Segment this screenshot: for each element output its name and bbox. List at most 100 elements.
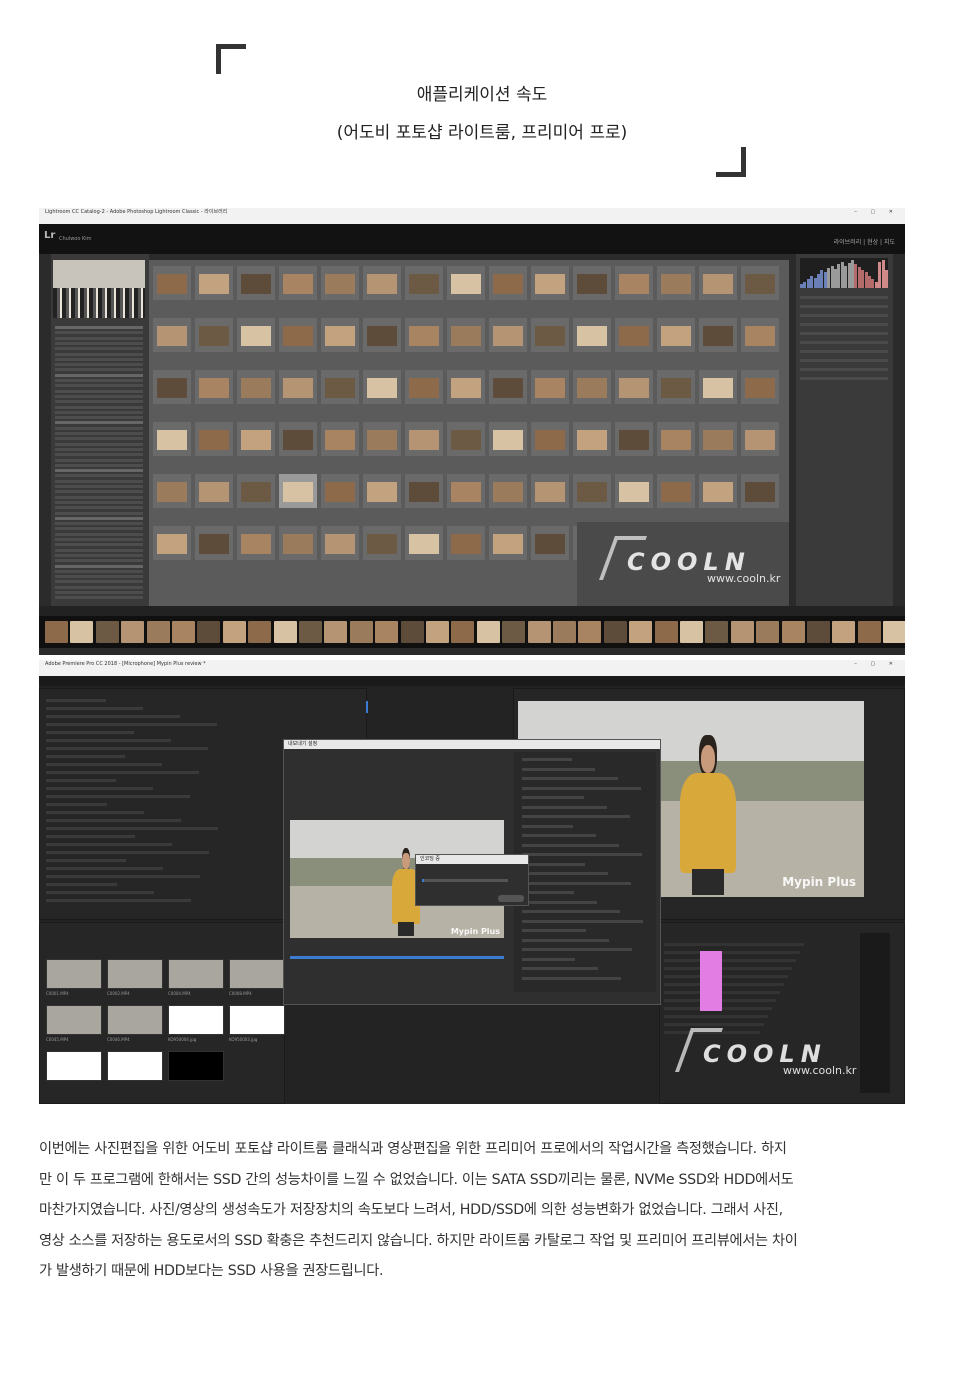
filmstrip-thumbnail [756,621,780,643]
grid-cell [195,422,233,456]
bin-thumbnail [168,959,224,989]
effect-row [46,851,209,854]
grid-cell [447,526,485,560]
grid-cell [153,318,191,352]
grid-cell [531,474,569,508]
grid-cell [615,474,653,508]
effect-row [46,859,126,862]
photo-thumbnail [157,274,187,294]
watermark-url: www.cooln.kr [783,1064,857,1077]
histogram-bar [885,270,888,288]
track-row [664,1015,768,1018]
photo-thumbnail [577,430,607,450]
photo-thumbnail [241,326,271,346]
photo-thumbnail [241,534,271,554]
grid-cell [657,370,695,404]
effect-row [46,875,200,878]
grid-cell [447,474,485,508]
bin-thumbnail [168,1051,224,1081]
filmstrip-thumbnail [680,621,703,643]
grid-cell [573,474,611,508]
track-row [664,951,800,954]
folder-row [55,347,143,351]
export-setting-row [522,938,609,942]
photo-thumbnail [535,534,565,554]
folder-row [55,421,143,425]
histogram [800,258,888,288]
photo-thumbnail [577,378,607,398]
grid-cell [699,474,737,508]
photo-thumbnail [367,378,397,398]
bin-item-label: C0001.MP4 [46,991,69,996]
grid-cell [279,318,317,352]
grid-cell [657,266,695,300]
filmstrip-thumbnail [654,621,678,643]
export-range-bar[interactable] [290,956,504,959]
bin-item-label: KO950003.jpg [229,1037,258,1042]
filmstrip-thumbnail [603,621,627,643]
folder-row [55,516,143,520]
folder-row [55,426,143,430]
effect-row [46,739,171,742]
effect-row [46,731,134,734]
folder-row [55,400,143,404]
bin-thumbnail [46,959,102,989]
photo-thumbnail [619,482,649,502]
bin-item-label: C0046.MP4 [107,1037,130,1042]
effect-row [46,699,106,702]
grid-cell [321,474,359,508]
project-panel: C0001.MP4 C0002.MP4 C0004.MP4 C0008.MP4 C004… [39,922,285,1104]
photo-thumbnail [325,274,355,294]
lightroom-logo: Lr [44,230,56,241]
corner-bracket-top-left [216,44,246,74]
export-setting-row [522,767,595,771]
filmstrip-thumbnail [95,621,119,643]
body-line: 만 이 두 프로그램에 한해서는 SSD 간의 성능차이를 느낄 수 없었습니다… [39,1171,794,1188]
audio-meter [860,933,890,1093]
folder-row [55,384,143,388]
folder-row [55,379,143,382]
quick-develop-row [800,368,888,371]
photo-thumbnail [493,482,523,502]
filmstrip-thumbnail [527,621,551,643]
folder-row [55,474,143,478]
photo-thumbnail [493,534,523,554]
grid-cell [447,266,485,300]
export-setting-row [522,796,584,799]
filmstrip-thumbnail [807,621,830,643]
grid-cell [363,318,401,352]
filmstrip-thumbnail [451,621,475,643]
grid-cell [363,422,401,456]
export-setting-row [522,919,643,923]
grid-cell [573,266,611,300]
effect-row [46,819,181,822]
photo-thumbnail [745,274,775,294]
cancel-button[interactable] [498,895,524,902]
photo-thumbnail [367,326,397,346]
export-setting-row [522,957,575,961]
progress-dialog-title: 인코딩 중 [416,855,528,864]
photo-thumbnail [409,534,439,554]
grid-cell [447,422,485,456]
quick-develop-row [800,296,888,299]
grid-cell [195,526,233,560]
filmstrip-thumbnail [375,621,399,643]
grid-cell [657,422,695,456]
bin-thumbnail [107,1051,163,1081]
grid-cell [573,318,611,352]
grid-cell [405,422,443,456]
folder-row [55,394,143,398]
photo-thumbnail [451,430,481,450]
grid-cell [237,318,275,352]
track-row [664,967,792,970]
folder-row [55,559,143,563]
grid-cell [489,318,527,352]
filmstrip-thumbnail [476,621,500,643]
export-setting-row [522,967,598,970]
folder-row [55,373,143,377]
photo-thumbnail [409,274,439,294]
corner-bracket-bottom-right [716,147,746,177]
body-line: 영상 소스를 저장하는 용도로서의 SSD 확충은 추천드리지 않습니다. 하지… [39,1232,798,1249]
photo-thumbnail [199,482,229,502]
bin-item-label: KO950004.jpg [168,1037,197,1042]
